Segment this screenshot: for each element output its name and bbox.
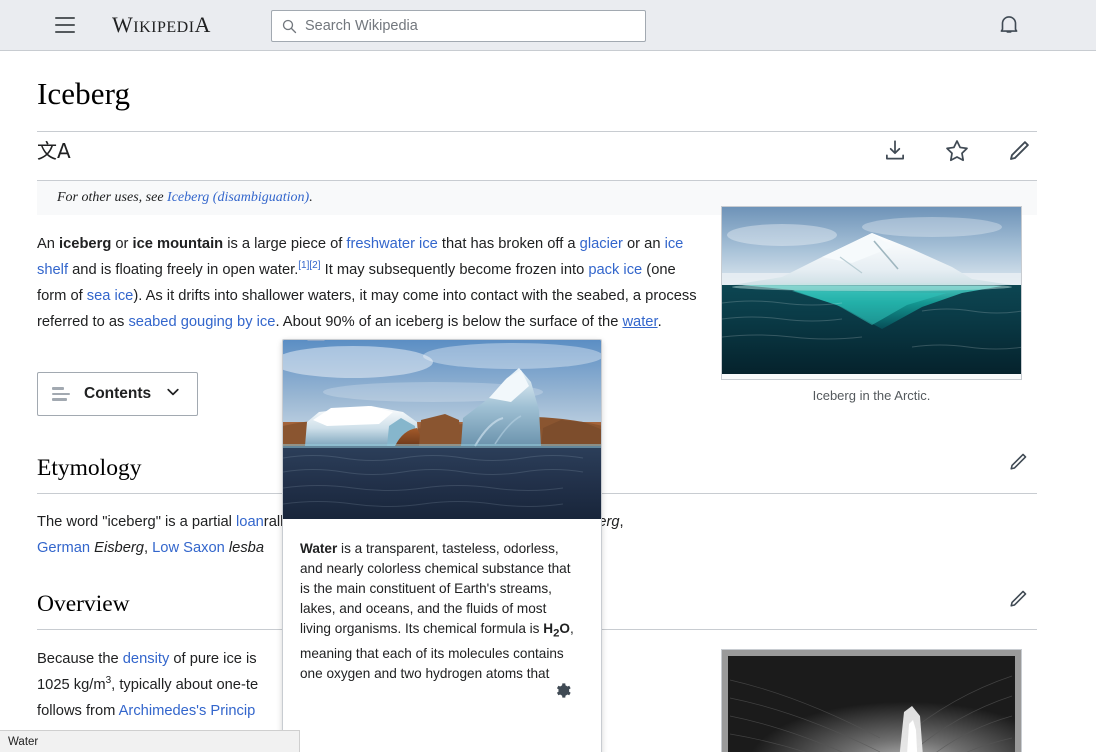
- popup-formula-h: H: [543, 621, 553, 636]
- chevron-down-icon: [165, 384, 181, 405]
- etym-italic-lesba: lesba: [229, 540, 264, 556]
- hatnote-link[interactable]: Iceberg (disambiguation): [167, 190, 309, 205]
- popup-title: Water: [300, 541, 337, 556]
- popup-fade-overlay: [283, 718, 602, 752]
- bell-icon[interactable]: [996, 12, 1024, 40]
- ov-text: 1025 kg/m: [37, 677, 106, 693]
- section-edit-icon-etymology[interactable]: [1007, 451, 1029, 473]
- popup-formula-o: O: [559, 621, 570, 636]
- reference-link[interactable]: [2]: [309, 260, 320, 271]
- browser-status-bar: Water: [0, 730, 300, 752]
- figure-caption: Iceberg in the Arctic.: [721, 388, 1022, 403]
- link-density[interactable]: density: [123, 651, 170, 667]
- section-heading-etymology: Etymology: [37, 455, 141, 482]
- popup-thumbnail[interactable]: [283, 340, 602, 519]
- link-loanword[interactable]: loan: [236, 514, 264, 530]
- lead-text: It may subsequently become frozen into: [321, 262, 589, 278]
- figure-frame[interactable]: [721, 206, 1022, 380]
- hamburger-bar: [55, 17, 75, 19]
- lead-text: that has broken off a: [438, 236, 580, 252]
- wordmark-a: A: [195, 12, 211, 37]
- section-edit-icon-overview[interactable]: [1007, 588, 1029, 610]
- download-icon[interactable]: [882, 138, 908, 164]
- contents-button[interactable]: Contents: [37, 372, 198, 416]
- ov-text: Because the: [37, 651, 123, 667]
- page-preview-popup[interactable]: Water is a transparent, tasteless, odorl…: [282, 339, 602, 752]
- contents-button-label: Contents: [84, 385, 151, 403]
- search-box[interactable]: [271, 10, 646, 42]
- ov-text: , typically about one-te: [111, 677, 258, 693]
- etym-text: ,: [620, 514, 624, 530]
- etym-italic-eisberg: Eisberg: [94, 540, 144, 556]
- search-input[interactable]: [305, 18, 625, 34]
- hamburger-bar: [55, 31, 75, 33]
- section-heading-overview: Overview: [37, 591, 130, 618]
- figure-iceberg-historic: [721, 649, 1022, 752]
- reference-link[interactable]: [1]: [298, 260, 309, 271]
- etym-text: ,: [144, 540, 152, 556]
- article-content-area: Iceberg 文A For other uses, se: [0, 51, 1096, 752]
- article-tools-row: 文A: [37, 132, 1037, 180]
- page-title: Iceberg: [37, 75, 1037, 112]
- wordmark-w: W: [112, 12, 133, 37]
- etym-text: The word "iceberg" is a partial: [37, 514, 236, 530]
- link-german[interactable]: German: [37, 540, 90, 556]
- link-low-saxon[interactable]: Low Saxon: [152, 540, 225, 556]
- lead-text: is a large piece of: [223, 236, 346, 252]
- lead-text: An: [37, 236, 59, 252]
- reference-2[interactable]: [2]: [309, 260, 320, 271]
- search-icon: [282, 19, 297, 34]
- link-pack-ice[interactable]: pack ice: [588, 262, 642, 278]
- lead-text: or: [111, 236, 132, 252]
- lead-bold-ice-mountain: ice mountain: [133, 236, 224, 252]
- link-archimedes-principle[interactable]: Archimedes's Princip: [119, 703, 256, 719]
- star-icon[interactable]: [944, 138, 970, 164]
- link-freshwater-ice[interactable]: freshwater ice: [346, 236, 437, 252]
- wikipedia-wordmark[interactable]: WIKIPEDIA: [112, 12, 211, 38]
- link-sea-ice[interactable]: sea ice: [87, 288, 134, 304]
- hatnote-suffix: .: [309, 190, 313, 205]
- pencil-icon[interactable]: [1006, 138, 1032, 164]
- link-glacier[interactable]: glacier: [580, 236, 623, 252]
- hatnote-prefix: For other uses, see: [57, 190, 167, 205]
- lead-text: and is floating freely in open water.: [68, 262, 298, 278]
- lead-bold-iceberg: iceberg: [59, 236, 111, 252]
- popup-text-main: is a transparent, tasteless, odorless, a…: [300, 541, 571, 636]
- wordmark-body: IKIPEDI: [133, 19, 194, 36]
- figure-frame[interactable]: [721, 649, 1022, 752]
- popup-summary-text: Water is a transparent, tasteless, odorl…: [300, 539, 579, 684]
- toc-lines-icon: [52, 387, 70, 401]
- gear-icon[interactable]: [553, 681, 572, 706]
- iceberg-arctic-photo[interactable]: [722, 207, 1021, 374]
- figure-iceberg-arctic: Iceberg in the Arctic.: [721, 206, 1022, 403]
- article-body: Iceberg 文A For other uses, se: [37, 51, 1037, 350]
- lead-text: or an: [623, 236, 665, 252]
- popup-body: Water is a transparent, tasteless, odorl…: [283, 519, 601, 752]
- site-header: WIKIPEDIA: [0, 0, 1096, 51]
- language-icon[interactable]: 文A: [37, 141, 71, 161]
- iceberg-historic-photo[interactable]: [722, 650, 1021, 752]
- status-link-target: Water: [8, 736, 38, 748]
- reference-1[interactable]: [1]: [298, 260, 309, 271]
- hamburger-bar: [55, 24, 75, 26]
- lead-text: .: [658, 314, 662, 330]
- ov-text: follows from: [37, 703, 119, 719]
- popup-pointer-arrow: [307, 339, 325, 341]
- link-seabed-gouging-by-ice[interactable]: seabed gouging by ice: [128, 314, 275, 330]
- link-water[interactable]: water: [622, 314, 657, 330]
- hamburger-icon[interactable]: [48, 8, 82, 42]
- lead-paragraph: An iceberg or ice mountain is a large pi…: [37, 231, 697, 335]
- ov-text: of pure ice is: [169, 651, 260, 667]
- lead-text: . About 90% of an iceberg is below the s…: [275, 314, 622, 330]
